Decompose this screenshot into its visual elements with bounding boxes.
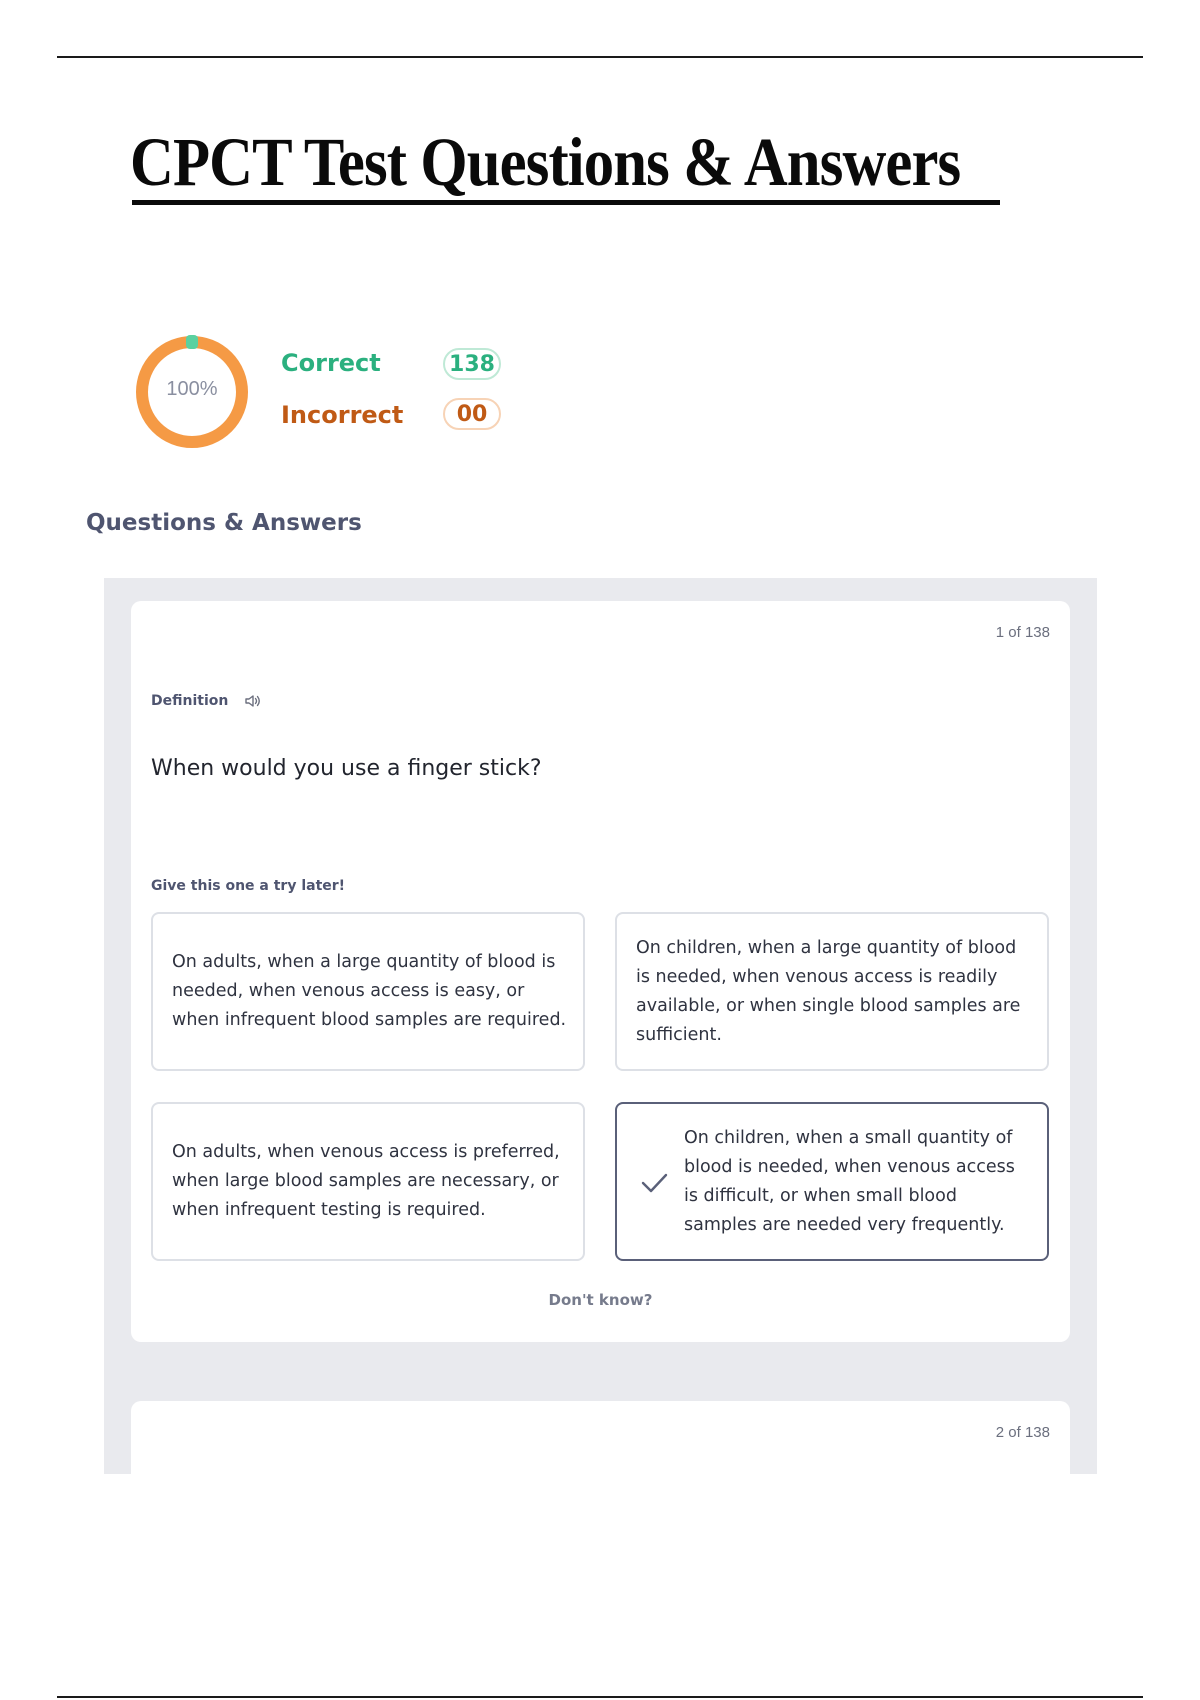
question-counter: 2 of 138 [995,1424,1050,1441]
dont-know-button[interactable]: Don't know? [131,1291,1070,1309]
question-card: 2 of 138 [131,1401,1070,1474]
checkmark-icon [641,1173,668,1193]
question-text: When would you use a finger stick? [151,756,542,781]
answer-option-text: On children, when a large quantity of bl… [636,937,1021,1045]
term-label: Definition [151,693,229,709]
answer-option-1[interactable]: On adults, when a large quantity of bloo… [151,912,585,1071]
title-underline [132,200,1000,205]
incorrect-label: Incorrect [281,401,404,429]
score-percent: 100% [166,378,218,400]
incorrect-count-badge: 00 [443,398,501,430]
qa-panel: 1 of 138 Definition When would you use a… [104,578,1097,1474]
speaker-icon[interactable] [243,691,263,711]
correct-label: Correct [281,349,381,377]
top-rule [57,56,1143,58]
question-counter: 1 of 138 [995,624,1050,641]
answer-option-text: On adults, when venous access is preferr… [172,1142,560,1220]
answer-option-3[interactable]: On adults, when venous access is preferr… [151,1102,585,1261]
question-card: 1 of 138 Definition When would you use a… [131,601,1070,1342]
bottom-rule [57,1696,1143,1698]
answer-option-text: On adults, when a large quantity of bloo… [172,952,567,1030]
document-title: CPCT Test Questions & Answers [130,124,961,200]
try-later-hint: Give this one a try later! [151,878,346,894]
correct-count-badge: 138 [443,348,501,380]
answer-option-text: On children, when a small quantity of bl… [684,1127,1015,1235]
section-heading: Questions & Answers [86,510,362,536]
answer-option-2[interactable]: On children, when a large quantity of bl… [615,912,1049,1071]
score-ring-marker [186,335,198,349]
answer-option-4-selected[interactable]: On children, when a small quantity of bl… [615,1102,1049,1261]
